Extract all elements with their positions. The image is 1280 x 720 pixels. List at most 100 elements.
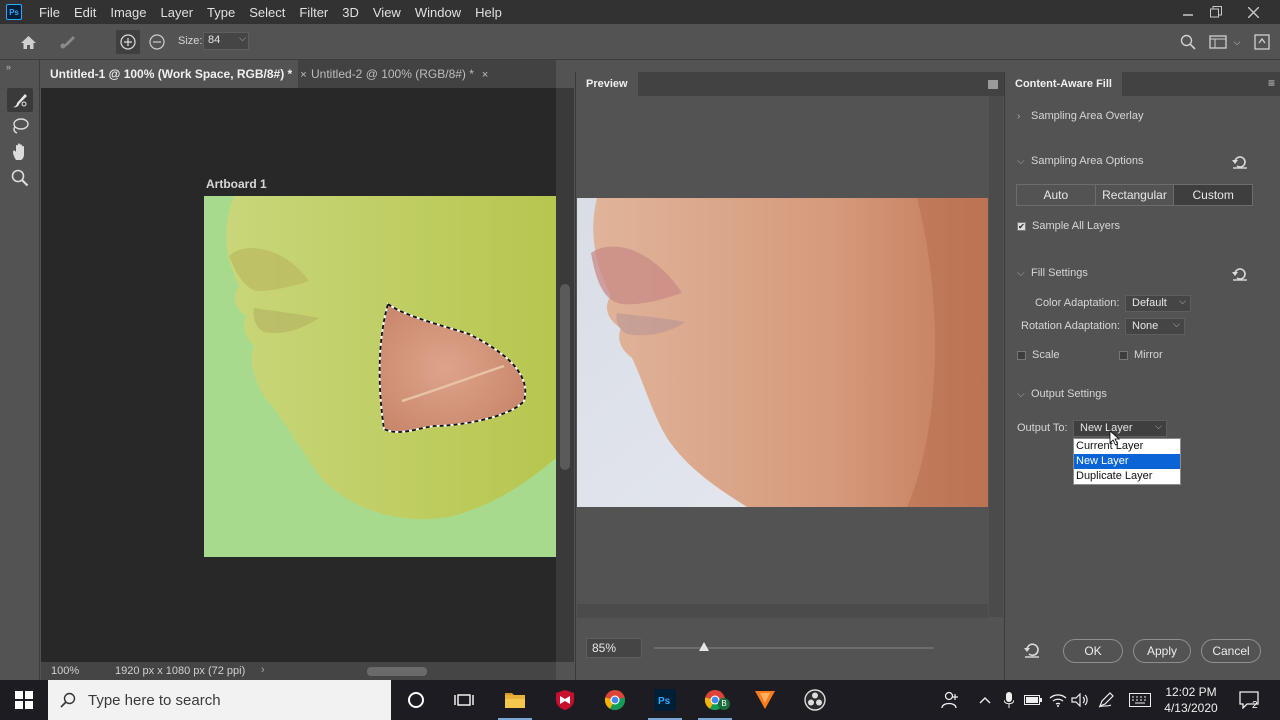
- keyboard-tray-icon[interactable]: [1126, 680, 1154, 720]
- microphone-tray-icon[interactable]: [1000, 680, 1018, 720]
- workspace-button[interactable]: [1206, 30, 1230, 54]
- task-view-button[interactable]: [439, 680, 489, 720]
- sampling-brush-tool[interactable]: [7, 88, 33, 112]
- section-fill-settings[interactable]: ⌵ Fill Settings: [1017, 267, 1088, 279]
- slider-knob[interactable]: [699, 642, 710, 651]
- chevron-down-icon[interactable]: ⌵: [239, 33, 246, 44]
- tab-untitled-2[interactable]: Untitled-2 @ 100% (RGB/8#) * ×: [301, 60, 498, 88]
- lasso-tool[interactable]: [7, 114, 33, 138]
- action-center-button[interactable]: 2: [1234, 680, 1264, 720]
- people-button[interactable]: [938, 680, 962, 720]
- menu-3d[interactable]: 3D: [335, 5, 366, 20]
- caf-title[interactable]: Content-Aware Fill: [1005, 72, 1122, 96]
- canvas-vertical-scrollbar[interactable]: [556, 88, 574, 662]
- reset-all-button[interactable]: [1023, 642, 1041, 661]
- taskbar-search-box[interactable]: Type here to search: [48, 680, 391, 720]
- rotation-adaptation-dropdown[interactable]: None ⌵: [1125, 318, 1185, 335]
- reset-sampling-button[interactable]: [1230, 154, 1250, 170]
- checkbox-box[interactable]: [1119, 350, 1128, 360]
- preview-zoom-slider[interactable]: [654, 642, 934, 651]
- option-new-layer[interactable]: New Layer: [1074, 454, 1180, 469]
- workspace-dropdown[interactable]: ⌵: [1230, 30, 1244, 54]
- brush-preset-icon: [60, 36, 75, 49]
- menu-help[interactable]: Help: [468, 5, 509, 20]
- file-explorer-taskbar-button[interactable]: [490, 680, 540, 720]
- hand-tool[interactable]: [7, 140, 33, 164]
- system-clock[interactable]: 12:02 PM 4/13/2020: [1158, 684, 1224, 716]
- scrollbar-thumb[interactable]: [560, 284, 570, 470]
- document-dimensions: 1920 px x 1080 px (72 ppi): [115, 665, 246, 677]
- subtract-from-sampling-button[interactable]: [145, 30, 169, 54]
- volume-tray-icon[interactable]: [1070, 680, 1090, 720]
- menu-file[interactable]: File: [32, 5, 67, 20]
- menu-view[interactable]: View: [366, 5, 408, 20]
- size-input[interactable]: 84 ⌵: [203, 32, 249, 50]
- tools-panel: »: [0, 60, 40, 680]
- status-menu-chevron-icon[interactable]: ›: [261, 664, 265, 676]
- preview-title[interactable]: Preview: [576, 72, 638, 96]
- menu-select[interactable]: Select: [242, 5, 292, 20]
- tab-untitled-1[interactable]: Untitled-1 @ 100% (Work Space, RGB/8#) *…: [40, 60, 307, 88]
- canvas-horizontal-scrollbar[interactable]: [281, 664, 551, 678]
- zoom-tool[interactable]: [7, 166, 33, 190]
- share-icon: [1254, 34, 1270, 50]
- artboard-image[interactable]: [204, 196, 556, 557]
- menu-layer[interactable]: Layer: [154, 5, 201, 20]
- checkmark-icon[interactable]: ✔: [1017, 221, 1026, 231]
- vlc-like-taskbar-button[interactable]: [740, 680, 790, 720]
- mcafee-taskbar-button[interactable]: [540, 680, 590, 720]
- checkbox-box[interactable]: [1017, 350, 1026, 360]
- preview-zoom-field[interactable]: 85%: [586, 638, 642, 658]
- menu-type[interactable]: Type: [200, 5, 242, 20]
- close-window-button[interactable]: [1236, 0, 1270, 24]
- home-button[interactable]: [16, 30, 40, 54]
- menu-image[interactable]: Image: [103, 5, 153, 20]
- show-hidden-icons-button[interactable]: [976, 680, 994, 720]
- share-button[interactable]: [1250, 30, 1274, 54]
- sampling-brush-icon: [13, 94, 27, 108]
- option-duplicate-layer[interactable]: Duplicate Layer: [1074, 469, 1180, 484]
- scrollbar-thumb[interactable]: [367, 667, 427, 676]
- chrome-profile-taskbar-button[interactable]: B: [690, 680, 740, 720]
- start-button[interactable]: [0, 680, 48, 720]
- menu-filter[interactable]: Filter: [292, 5, 335, 20]
- expand-panel-icon[interactable]: »: [6, 62, 11, 72]
- mode-auto[interactable]: Auto: [1017, 185, 1096, 205]
- menu-window[interactable]: Window: [408, 5, 468, 20]
- chrome-taskbar-button[interactable]: [590, 680, 640, 720]
- ok-button[interactable]: OK: [1063, 639, 1123, 663]
- cortana-button[interactable]: [391, 680, 441, 720]
- scale-checkbox[interactable]: Scale: [1017, 349, 1060, 361]
- cancel-button[interactable]: Cancel: [1201, 639, 1261, 663]
- mode-custom[interactable]: Custom: [1174, 185, 1253, 205]
- preview-vertical-scrollbar[interactable]: [989, 96, 1003, 617]
- menu-edit[interactable]: Edit: [67, 5, 103, 20]
- dropdown-value: New Layer: [1080, 422, 1133, 434]
- option-current-layer[interactable]: Current Layer: [1074, 439, 1180, 454]
- obs-taskbar-button[interactable]: [790, 680, 840, 720]
- restore-button[interactable]: [1199, 0, 1233, 24]
- mode-rectangular[interactable]: Rectangular: [1096, 185, 1175, 205]
- preview-horizontal-scrollbar[interactable]: [577, 604, 988, 618]
- panel-menu-icon[interactable]: ≡: [1268, 76, 1275, 90]
- sample-all-layers-checkbox[interactable]: ✔ Sample All Layers: [1017, 220, 1120, 232]
- pen-tray-icon[interactable]: [1096, 680, 1118, 720]
- add-to-sampling-button[interactable]: [116, 30, 140, 54]
- close-tab-icon[interactable]: ×: [482, 69, 488, 81]
- photoshop-taskbar-button[interactable]: Ps: [640, 680, 690, 720]
- reset-fill-settings-button[interactable]: [1230, 266, 1250, 282]
- wifi-tray-icon[interactable]: [1048, 680, 1068, 720]
- section-sampling-area-options[interactable]: ⌵ Sampling Area Options: [1017, 155, 1144, 167]
- zoom-level[interactable]: 100%: [51, 665, 79, 677]
- battery-tray-icon[interactable]: [1022, 680, 1044, 720]
- section-output-settings[interactable]: ⌵ Output Settings: [1017, 388, 1107, 400]
- preview-image[interactable]: [577, 198, 988, 507]
- section-sampling-area-overlay[interactable]: › Sampling Area Overlay: [1017, 110, 1144, 122]
- color-adaptation-dropdown[interactable]: Default ⌵: [1125, 295, 1191, 312]
- mirror-checkbox[interactable]: Mirror: [1119, 349, 1163, 361]
- document-canvas[interactable]: Artboard 1: [41, 88, 556, 662]
- panel-menu-icon[interactable]: [988, 80, 998, 89]
- tool-preset-button[interactable]: [56, 30, 80, 54]
- apply-button[interactable]: Apply: [1133, 639, 1191, 663]
- search-button[interactable]: [1176, 30, 1200, 54]
